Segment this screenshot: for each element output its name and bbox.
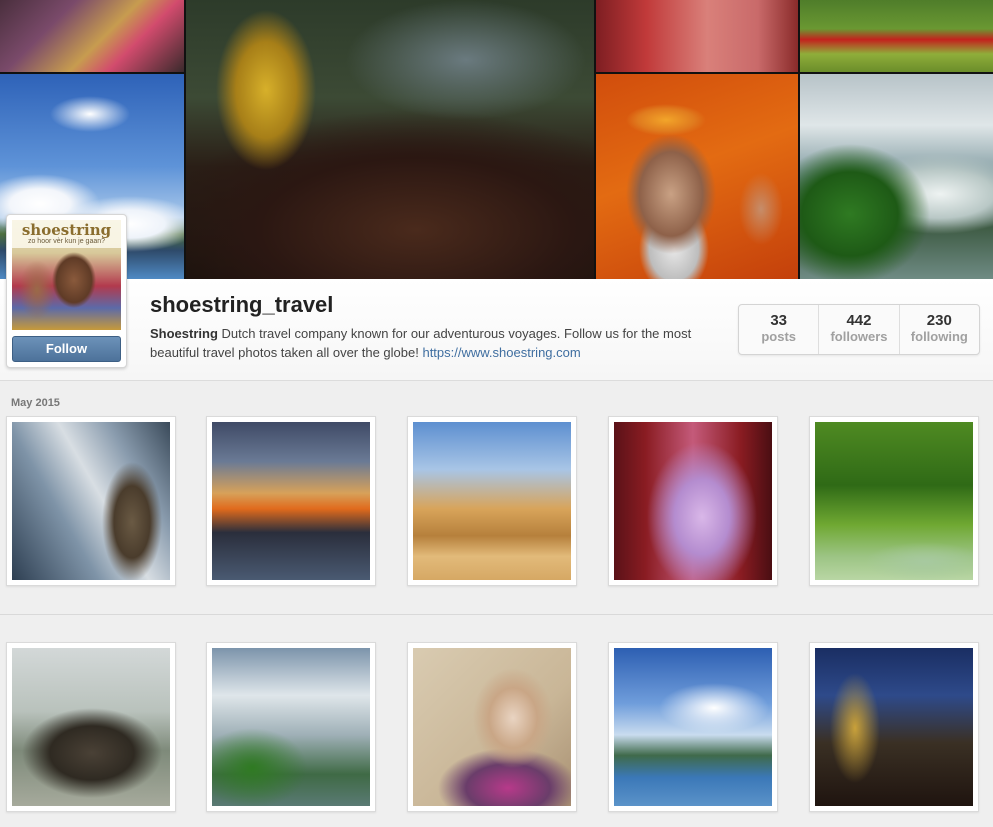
photo-card[interactable] xyxy=(809,416,979,586)
photo-card[interactable] xyxy=(608,416,778,586)
photo-card[interactable] xyxy=(407,642,577,812)
username: shoestring_travel xyxy=(150,292,334,317)
cover-photo xyxy=(596,74,798,279)
photo-card[interactable] xyxy=(206,642,376,812)
month-label: May 2015 xyxy=(11,397,60,409)
photo-thumbnail[interactable] xyxy=(815,648,973,806)
stats-box: 33 posts 442 followers 230 following xyxy=(738,304,980,355)
stat-value: 33 xyxy=(770,312,787,329)
stat-label: following xyxy=(910,329,968,344)
row-divider xyxy=(0,614,993,615)
cover-photo xyxy=(0,0,184,72)
photo-thumbnail[interactable] xyxy=(12,422,170,580)
cover-mosaic xyxy=(0,0,993,279)
bio: Shoestring Dutch travel company known fo… xyxy=(150,324,710,362)
brand-tagline: zo hoor vèr kun je gaan? xyxy=(27,238,106,245)
cover-photo xyxy=(186,0,594,279)
cover-photo xyxy=(800,0,993,72)
brand-logo: shoestring zo hoor vèr kun je gaan? xyxy=(12,220,121,248)
avatar[interactable]: shoestring zo hoor vèr kun je gaan? xyxy=(12,220,121,330)
stat-value: 442 xyxy=(846,312,872,329)
bio-link[interactable]: https://www.shoestring.com xyxy=(422,345,580,360)
photo-thumbnail[interactable] xyxy=(212,648,370,806)
photo-card[interactable] xyxy=(6,642,176,812)
photo-thumbnail[interactable] xyxy=(212,422,370,580)
photo-thumbnail[interactable] xyxy=(12,648,170,806)
brand-logo-text: shoestring xyxy=(21,221,112,239)
follow-button[interactable]: Follow xyxy=(12,336,121,362)
stat-followers[interactable]: 442 followers xyxy=(818,305,898,354)
cover-photo xyxy=(596,0,798,72)
photo-card[interactable] xyxy=(6,416,176,586)
photo-card[interactable] xyxy=(206,416,376,586)
cover-photo xyxy=(800,74,993,279)
stat-posts[interactable]: 33 posts xyxy=(739,305,818,354)
avatar-card: shoestring zo hoor vèr kun je gaan? Foll… xyxy=(6,214,127,368)
bio-name: Shoestring xyxy=(150,326,218,341)
photo-thumbnail[interactable] xyxy=(614,422,772,580)
bio-text: Dutch travel company known for our adven… xyxy=(150,326,692,360)
photo-card[interactable] xyxy=(407,416,577,586)
photo-card[interactable] xyxy=(608,642,778,812)
photo-card[interactable] xyxy=(809,642,979,812)
photo-thumbnail[interactable] xyxy=(614,648,772,806)
stat-label: posts xyxy=(761,329,796,344)
photo-thumbnail[interactable] xyxy=(413,422,571,580)
stat-following[interactable]: 230 following xyxy=(898,305,979,354)
stat-label: followers xyxy=(830,329,888,344)
photo-thumbnail[interactable] xyxy=(815,422,973,580)
photo-thumbnail[interactable] xyxy=(413,648,571,806)
stat-value: 230 xyxy=(926,312,952,329)
